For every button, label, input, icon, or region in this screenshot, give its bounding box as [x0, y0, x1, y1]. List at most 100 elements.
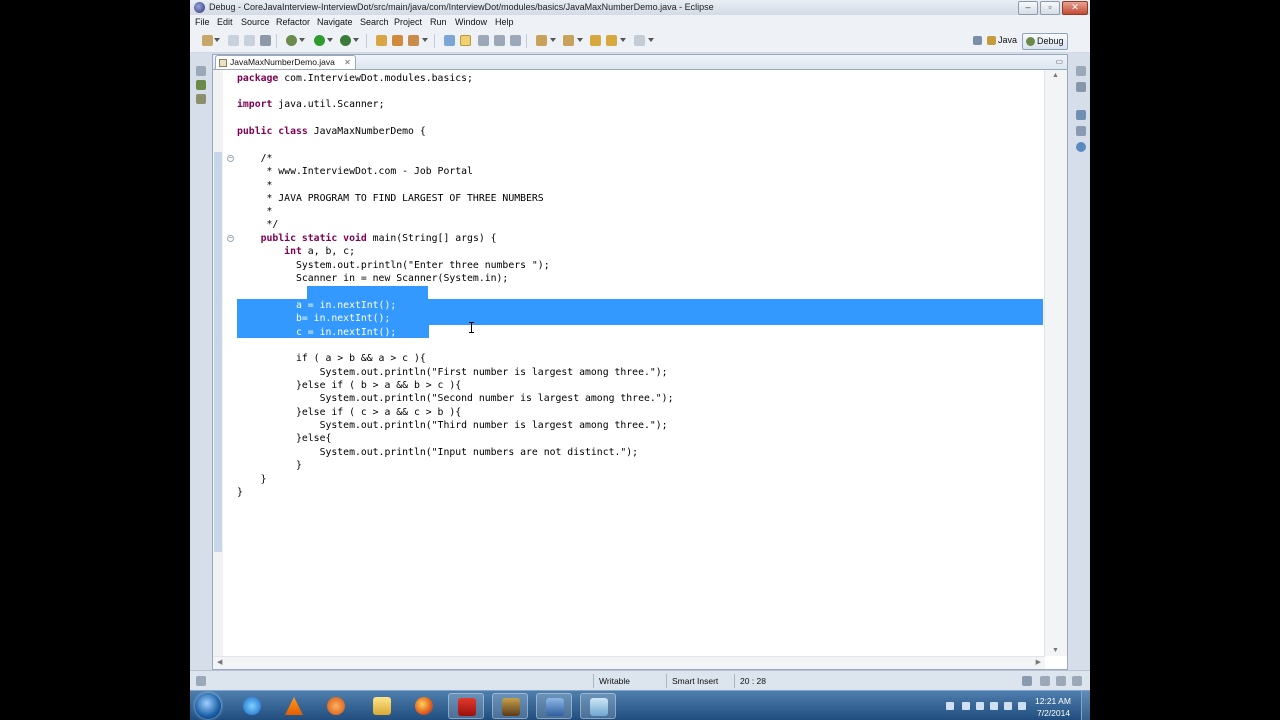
menu-refactor[interactable]: Refactor	[276, 17, 310, 27]
debug-view-icon[interactable]	[196, 80, 206, 90]
problems-icon[interactable]	[1056, 676, 1066, 686]
restore-icon[interactable]	[1022, 676, 1032, 686]
show-whitespace-icon[interactable]	[494, 35, 505, 46]
breakpoints-icon[interactable]	[1076, 142, 1086, 152]
code-line: public class JavaMaxNumberDemo {	[237, 126, 426, 137]
change-ruler-mark	[214, 152, 222, 552]
media-player-icon[interactable]	[318, 693, 354, 719]
window-title: Debug - CoreJavaInterview-InterviewDot/s…	[209, 2, 714, 12]
chevron-down-icon[interactable]	[353, 38, 359, 42]
selection-highlight	[307, 286, 428, 299]
vlc-icon[interactable]	[276, 693, 312, 719]
show-hidden-icons-icon[interactable]	[946, 702, 954, 710]
scroll-up-icon[interactable]: ▲	[1052, 72, 1059, 79]
run-icon[interactable]	[314, 35, 325, 46]
scroll-down-icon[interactable]: ▼	[1052, 647, 1059, 654]
menu-window[interactable]: Window	[455, 17, 487, 27]
file-explorer-icon[interactable]	[364, 693, 400, 719]
console-icon[interactable]	[1040, 676, 1050, 686]
close-icon[interactable]: ✕	[344, 56, 351, 69]
block-selection-icon[interactable]	[478, 35, 489, 46]
chevron-down-icon[interactable]	[550, 38, 556, 42]
tray-app-icon[interactable]	[976, 702, 984, 710]
menu-source[interactable]: Source	[241, 17, 270, 27]
save-app-icon[interactable]	[536, 693, 572, 719]
tray-app-icon[interactable]	[1004, 702, 1012, 710]
search-icon[interactable]	[408, 35, 419, 46]
java-perspective-button[interactable]: Java	[984, 33, 1020, 48]
menu-search[interactable]: Search	[360, 17, 389, 27]
close-button[interactable]: ✕	[1062, 1, 1088, 15]
fast-view-icon[interactable]	[196, 676, 206, 686]
internet-explorer-icon[interactable]	[234, 693, 270, 719]
editor-tab[interactable]: JavaMaxNumberDemo.java ✕	[215, 55, 356, 69]
minimize-button[interactable]: –	[1018, 1, 1038, 15]
menu-run[interactable]: Run	[430, 17, 447, 27]
maximize-button[interactable]: ▫	[1040, 1, 1060, 15]
code-line-selected: c = in.nextInt();	[237, 327, 397, 338]
open-task-icon[interactable]	[392, 35, 403, 46]
restore-icon[interactable]	[196, 66, 206, 76]
external-tools-icon[interactable]	[340, 35, 351, 46]
writable-status: Writable	[593, 674, 665, 688]
debug-icon[interactable]	[286, 35, 297, 46]
last-edit-location-icon[interactable]	[590, 35, 601, 46]
forward-icon[interactable]	[634, 35, 645, 46]
code-comment-line: * JAVA PROGRAM TO FIND LARGEST OF THREE …	[237, 193, 544, 204]
tasks-icon[interactable]	[1072, 676, 1082, 686]
menu-help[interactable]: Help	[495, 17, 514, 27]
open-type-icon[interactable]	[376, 35, 387, 46]
notes-app-icon[interactable]	[580, 693, 616, 719]
chevron-down-icon[interactable]	[327, 38, 333, 42]
variables-icon[interactable]	[1076, 126, 1086, 136]
menu-edit[interactable]: Edit	[217, 17, 233, 27]
horizontal-scrollbar[interactable]: ◀ ▶	[213, 656, 1045, 669]
mark-occurrences-icon[interactable]	[460, 35, 471, 46]
print-icon[interactable]	[260, 35, 271, 46]
scroll-right-icon[interactable]: ▶	[1036, 658, 1041, 666]
firefox-icon[interactable]	[406, 693, 442, 719]
fold-toggle-icon[interactable]: −	[227, 235, 234, 242]
chevron-down-icon[interactable]	[214, 38, 220, 42]
new-icon[interactable]	[202, 35, 213, 46]
chevron-down-icon[interactable]	[648, 38, 654, 42]
toolbar-divider	[526, 34, 527, 48]
flash-icon[interactable]	[448, 693, 484, 719]
menu-navigate[interactable]: Navigate	[317, 17, 353, 27]
start-button[interactable]	[195, 693, 221, 719]
code-editor[interactable]: − − package com.InterviewDot.modules.bas…	[213, 70, 1043, 656]
game-app-icon[interactable]	[492, 693, 528, 719]
menu-bar: File Edit Source Refactor Navigate Searc…	[190, 15, 1090, 30]
toggle-breadcrumb-icon[interactable]	[444, 35, 455, 46]
minimize-maximize-icon[interactable]: ▭	[1055, 57, 1063, 66]
save-icon[interactable]	[228, 35, 239, 46]
code-line: public static void main(String[] args) {	[237, 233, 497, 244]
show-desktop-button[interactable]	[1081, 691, 1090, 720]
code-line: }	[237, 487, 243, 498]
paragraph-icon[interactable]	[510, 35, 521, 46]
chevron-down-icon[interactable]	[620, 38, 626, 42]
menu-file[interactable]: File	[195, 17, 210, 27]
chevron-down-icon[interactable]	[577, 38, 583, 42]
chevron-down-icon[interactable]	[299, 38, 305, 42]
previous-annotation-icon[interactable]	[563, 35, 574, 46]
next-annotation-icon[interactable]	[536, 35, 547, 46]
debug-perspective-button[interactable]: Debug	[1022, 33, 1068, 50]
chevron-down-icon[interactable]	[422, 38, 428, 42]
volume-icon[interactable]	[1018, 702, 1026, 710]
scroll-left-icon[interactable]: ◀	[217, 658, 222, 666]
servers-icon[interactable]	[196, 94, 206, 104]
outline-icon[interactable]	[1076, 82, 1086, 92]
clock-time[interactable]: 12:21 AM	[1035, 696, 1071, 706]
restore-icon[interactable]	[1076, 66, 1086, 76]
debug-icon	[1026, 37, 1035, 46]
network-icon[interactable]	[990, 702, 998, 710]
vertical-scrollbar[interactable]: ▲ ▼	[1044, 70, 1067, 656]
clock-date[interactable]: 7/2/2014	[1037, 708, 1070, 718]
back-icon[interactable]	[606, 35, 617, 46]
fold-toggle-icon[interactable]: −	[227, 155, 234, 162]
save-all-icon[interactable]	[244, 35, 255, 46]
tray-app-icon[interactable]	[962, 702, 970, 710]
debug-view-icon[interactable]	[1076, 110, 1086, 120]
menu-project[interactable]: Project	[394, 17, 422, 27]
